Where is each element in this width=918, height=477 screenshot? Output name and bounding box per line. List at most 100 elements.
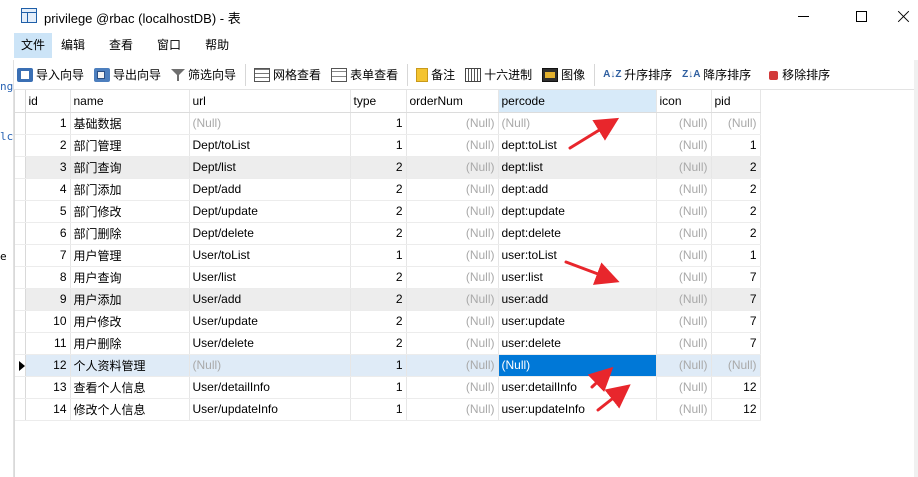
cell-pid[interactable]: 12	[711, 376, 761, 399]
cell-percode[interactable]: user:update	[498, 310, 657, 333]
cell-pid[interactable]: 7	[711, 310, 761, 333]
table-row[interactable]: 14 修改个人信息 User/updateInfo 1 (Null) user:updat…	[15, 398, 761, 421]
cell-id[interactable]: 10	[25, 310, 71, 333]
row-marker[interactable]	[15, 200, 26, 223]
row-marker[interactable]	[15, 354, 26, 377]
cell-pid[interactable]: 2	[711, 178, 761, 201]
cell-name[interactable]: 部门查询	[70, 156, 190, 179]
cell-url[interactable]: (Null)	[189, 354, 351, 377]
cell-type[interactable]: 2	[350, 266, 407, 289]
cell-icon[interactable]: (Null)	[656, 112, 712, 135]
row-marker[interactable]	[15, 244, 26, 267]
cell-ordernum[interactable]: (Null)	[406, 332, 499, 355]
memo-button[interactable]: 备注	[413, 63, 458, 87]
hex-button[interactable]: 十六进制	[462, 63, 535, 87]
row-marker[interactable]	[15, 112, 26, 135]
cell-name[interactable]: 用户管理	[70, 244, 190, 267]
cell-icon[interactable]: (Null)	[656, 244, 712, 267]
cell-pid[interactable]: 12	[711, 398, 761, 421]
table-row[interactable]: 7 用户管理 User/toList 1 (Null) user:toList (Null)…	[15, 244, 761, 267]
cell-ordernum[interactable]: (Null)	[406, 178, 499, 201]
cell-percode[interactable]: dept:delete	[498, 222, 657, 245]
cell-pid[interactable]: 2	[711, 200, 761, 223]
cell-url[interactable]: User/updateInfo	[189, 398, 351, 421]
column-header-pid[interactable]: pid	[711, 90, 761, 113]
column-header-id[interactable]: id	[25, 90, 71, 113]
maximize-button[interactable]	[838, 0, 884, 32]
cell-icon[interactable]: (Null)	[656, 134, 712, 157]
cell-name[interactable]: 用户删除	[70, 332, 190, 355]
cell-percode[interactable]: (Null)	[498, 112, 657, 135]
cell-icon[interactable]: (Null)	[656, 310, 712, 333]
cell-id[interactable]: 2	[25, 134, 71, 157]
table-row[interactable]: 10 用户修改 User/update 2 (Null) user:update (Null…	[15, 310, 761, 333]
cell-ordernum[interactable]: (Null)	[406, 376, 499, 399]
cell-ordernum[interactable]: (Null)	[406, 112, 499, 135]
cell-url[interactable]: Dept/delete	[189, 222, 351, 245]
table-row[interactable]: 12 个人资料管理 (Null) 1 (Null) (Null) (Null) (Null)	[15, 354, 761, 377]
table-row[interactable]: 9 用户添加 User/add 2 (Null) user:add (Null) 7	[15, 288, 761, 311]
cell-icon[interactable]: (Null)	[656, 222, 712, 245]
column-header-name[interactable]: name	[70, 90, 190, 113]
menu-view[interactable]: 查看	[102, 33, 140, 58]
table-row[interactable]: 8 用户查询 User/list 2 (Null) user:list (Null) 7	[15, 266, 761, 289]
row-marker[interactable]	[15, 288, 26, 311]
cell-percode[interactable]: user:delete	[498, 332, 657, 355]
row-marker[interactable]	[15, 178, 26, 201]
cell-percode[interactable]: (Null)	[498, 354, 657, 377]
cell-name[interactable]: 基础数据	[70, 112, 190, 135]
table-row[interactable]: 6 部门删除 Dept/delete 2 (Null) dept:delete (Null)…	[15, 222, 761, 245]
cell-pid[interactable]: 2	[711, 222, 761, 245]
column-header-icon[interactable]: icon	[656, 90, 712, 113]
cell-type[interactable]: 2	[350, 310, 407, 333]
cell-percode[interactable]: dept:update	[498, 200, 657, 223]
cell-percode[interactable]: dept:toList	[498, 134, 657, 157]
cell-name[interactable]: 部门管理	[70, 134, 190, 157]
cell-ordernum[interactable]: (Null)	[406, 200, 499, 223]
cell-type[interactable]: 1	[350, 376, 407, 399]
row-marker[interactable]	[15, 156, 26, 179]
cell-id[interactable]: 11	[25, 332, 71, 355]
table-row[interactable]: 4 部门添加 Dept/add 2 (Null) dept:add (Null) 2	[15, 178, 761, 201]
form-view-button[interactable]: 表单查看	[328, 63, 401, 87]
cell-icon[interactable]: (Null)	[656, 332, 712, 355]
menu-edit[interactable]: 编辑	[54, 33, 92, 58]
row-marker[interactable]	[15, 376, 26, 399]
cell-percode[interactable]: user:detailInfo	[498, 376, 657, 399]
cell-icon[interactable]: (Null)	[656, 398, 712, 421]
menu-window[interactable]: 窗口	[150, 33, 188, 58]
cell-icon[interactable]: (Null)	[656, 156, 712, 179]
cell-pid[interactable]: 7	[711, 332, 761, 355]
cell-type[interactable]: 2	[350, 178, 407, 201]
cell-pid[interactable]: 7	[711, 266, 761, 289]
cell-id[interactable]: 6	[25, 222, 71, 245]
cell-id[interactable]: 7	[25, 244, 71, 267]
cell-id[interactable]: 8	[25, 266, 71, 289]
grid-view-button[interactable]: 网格查看	[251, 63, 324, 87]
cell-type[interactable]: 1	[350, 354, 407, 377]
table-row[interactable]: 11 用户删除 User/delete 2 (Null) user:delete (Null…	[15, 332, 761, 355]
filter-wizard-button[interactable]: 筛选向导	[168, 63, 239, 87]
cell-percode[interactable]: dept:add	[498, 178, 657, 201]
cell-percode[interactable]: dept:list	[498, 156, 657, 179]
row-marker[interactable]	[15, 222, 26, 245]
cell-ordernum[interactable]: (Null)	[406, 266, 499, 289]
cell-name[interactable]: 部门添加	[70, 178, 190, 201]
export-wizard-button[interactable]: 导出向导	[91, 63, 164, 87]
cell-pid[interactable]: 7	[711, 288, 761, 311]
cell-name[interactable]: 部门删除	[70, 222, 190, 245]
cell-name[interactable]: 用户修改	[70, 310, 190, 333]
cell-ordernum[interactable]: (Null)	[406, 398, 499, 421]
cell-url[interactable]: (Null)	[189, 112, 351, 135]
cell-ordernum[interactable]: (Null)	[406, 156, 499, 179]
cell-ordernum[interactable]: (Null)	[406, 134, 499, 157]
cell-name[interactable]: 个人资料管理	[70, 354, 190, 377]
remove-sort-button[interactable]: 移除排序	[758, 63, 833, 87]
menu-file[interactable]: 文件	[14, 33, 53, 58]
sort-ascending-button[interactable]: A↓Z 升序排序	[600, 63, 675, 87]
cell-type[interactable]: 2	[350, 222, 407, 245]
cell-type[interactable]: 1	[350, 112, 407, 135]
cell-ordernum[interactable]: (Null)	[406, 354, 499, 377]
cell-icon[interactable]: (Null)	[656, 178, 712, 201]
row-marker[interactable]	[15, 310, 26, 333]
